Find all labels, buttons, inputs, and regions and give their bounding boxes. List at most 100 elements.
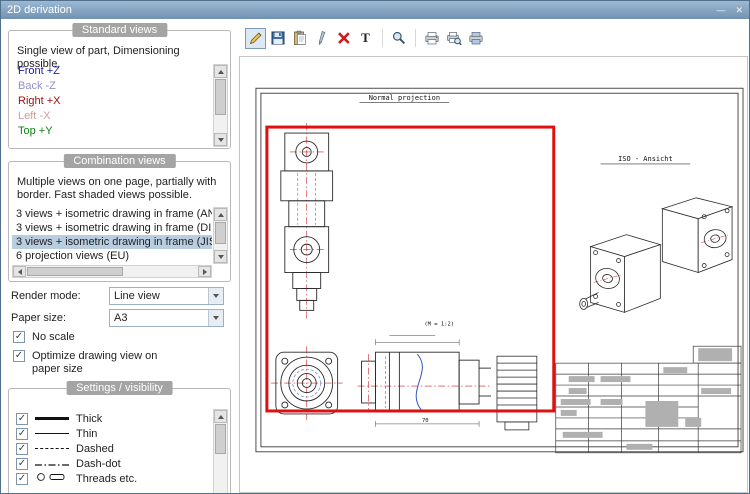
stylus-icon xyxy=(314,30,330,46)
drawing-canvas[interactable]: Normal projection xyxy=(240,57,747,492)
pencil-icon xyxy=(248,30,264,46)
setting-item-thick[interactable]: ✓ Thick xyxy=(13,411,211,426)
scroll-up-button[interactable] xyxy=(214,65,227,78)
no-scale-label: No scale xyxy=(32,331,75,344)
stylus-button[interactable] xyxy=(311,28,332,49)
view-item-top[interactable]: Top +Y xyxy=(13,124,211,139)
view-item-left[interactable]: Left -X xyxy=(13,109,211,124)
settings-scrollbar[interactable] xyxy=(213,409,228,494)
left-arrow-icon xyxy=(18,269,22,275)
render-mode-label: Render mode: xyxy=(11,287,81,305)
setting-label: Thin xyxy=(76,428,97,440)
iso-view-box-a xyxy=(662,198,732,273)
combination-views-vscrollbar[interactable] xyxy=(213,207,228,264)
save-button[interactable] xyxy=(267,28,288,49)
dashed-checkbox[interactable]: ✓ xyxy=(16,443,28,455)
text-icon: T xyxy=(361,30,370,46)
combination-views-group: Combination views Multiple views on one … xyxy=(8,161,231,282)
zoom-icon xyxy=(391,30,407,46)
dimension-label: 70 xyxy=(422,418,429,424)
print-button[interactable] xyxy=(421,28,442,49)
setting-label: Thick xyxy=(76,413,102,425)
text-button[interactable]: T xyxy=(355,28,376,49)
up-arrow-icon xyxy=(218,415,224,419)
setting-label: Dash-dot xyxy=(76,458,121,470)
combo-item-eu[interactable]: 6 projection views (EU) xyxy=(12,249,212,263)
dialog-2d-derivation: 2D derivation — ✕ Standard views Single … xyxy=(0,0,750,494)
settings-visibility-list: ✓ Thick ✓ Thin ✓ Dashed ✓ Dash-d xyxy=(13,411,211,486)
dashdot-checkbox[interactable]: ✓ xyxy=(16,458,28,470)
save-icon xyxy=(270,30,286,46)
paper-size-select[interactable]: A3 xyxy=(109,309,224,327)
combination-views-list: 3 views + isometric drawing in frame (AN… xyxy=(12,207,212,263)
view-side-section xyxy=(362,352,491,412)
thick-checkbox[interactable]: ✓ xyxy=(16,413,28,425)
scroll-right-button[interactable] xyxy=(198,266,211,277)
optimize-option[interactable]: ✓ Optimize drawing view on paper size xyxy=(13,350,184,376)
zoom-button[interactable] xyxy=(388,28,409,49)
check-icon: ✓ xyxy=(18,459,26,469)
scroll-up-button[interactable] xyxy=(214,208,227,221)
combination-views-hscrollbar[interactable] xyxy=(12,265,212,278)
threads-checkbox[interactable]: ✓ xyxy=(16,473,28,485)
delete-button[interactable] xyxy=(333,28,354,49)
chevron-down-icon xyxy=(213,316,219,320)
chevron-down-icon xyxy=(213,294,219,298)
standard-views-group: Standard views Single view of part, Dime… xyxy=(8,30,231,149)
combo-item-jis-selected[interactable]: 3 views + isometric drawing in frame (JI… xyxy=(12,235,212,249)
render-mode-select[interactable]: Line view xyxy=(109,287,224,305)
standard-views-scrollbar[interactable] xyxy=(213,64,228,147)
down-arrow-icon xyxy=(218,138,224,142)
setting-label: Dashed xyxy=(76,443,114,455)
thin-checkbox[interactable]: ✓ xyxy=(16,428,28,440)
view-item-right[interactable]: Right +X xyxy=(13,94,211,109)
iso-view-label: ISO - Ansicht xyxy=(618,155,673,163)
setting-label: Threads etc. xyxy=(76,473,137,485)
minimize-button[interactable]: — xyxy=(716,6,725,15)
no-scale-option[interactable]: ✓ No scale xyxy=(13,331,75,344)
setting-item-thin[interactable]: ✓ Thin xyxy=(13,426,211,441)
up-arrow-icon xyxy=(218,70,224,74)
close-button[interactable]: ✕ xyxy=(735,6,743,15)
down-arrow-icon xyxy=(218,255,224,259)
scroll-thumb[interactable] xyxy=(215,222,226,244)
print-preview-icon xyxy=(446,30,462,46)
combo-item-ansi[interactable]: 3 views + isometric drawing in frame (AN… xyxy=(12,207,212,221)
scroll-down-button[interactable] xyxy=(214,250,227,263)
scroll-thumb[interactable] xyxy=(215,424,226,454)
dashed-line-icon xyxy=(35,448,69,449)
selected-layout-frame[interactable] xyxy=(267,127,554,411)
combination-views-description: Multiple views on one page, partially wi… xyxy=(9,162,230,202)
setting-item-dashed[interactable]: ✓ Dashed xyxy=(13,441,211,456)
setting-item-dashdot[interactable]: ✓ Dash-dot xyxy=(13,456,211,471)
dropdown-button[interactable] xyxy=(208,310,223,326)
view-caption: (M = 1:2) xyxy=(424,321,454,327)
scroll-up-button[interactable] xyxy=(214,410,227,423)
threads-icon xyxy=(35,472,69,485)
combination-views-title: Combination views xyxy=(63,154,175,168)
scroll-thumb[interactable] xyxy=(215,79,226,115)
check-icon: ✓ xyxy=(15,351,23,361)
view-item-front[interactable]: Front +Z xyxy=(13,64,211,79)
no-scale-checkbox[interactable]: ✓ xyxy=(13,331,25,343)
plot-button[interactable] xyxy=(465,28,486,49)
scroll-thumb[interactable] xyxy=(27,267,123,276)
dropdown-button[interactable] xyxy=(208,288,223,304)
check-icon: ✓ xyxy=(18,474,26,484)
up-arrow-icon xyxy=(218,213,224,217)
delete-x-icon xyxy=(336,30,352,46)
print-preview-button[interactable] xyxy=(443,28,464,49)
copy-button[interactable] xyxy=(289,28,310,49)
paper-size-value: A3 xyxy=(110,310,208,326)
iso-view-box-b xyxy=(580,235,661,313)
setting-item-threads[interactable]: ✓ Threads etc. xyxy=(13,471,211,486)
view-item-back[interactable]: Back -Z xyxy=(13,79,211,94)
scroll-left-button[interactable] xyxy=(13,266,26,277)
titlebar[interactable]: 2D derivation — ✕ xyxy=(1,1,749,19)
optimize-checkbox[interactable]: ✓ xyxy=(13,350,25,362)
thick-line-icon xyxy=(35,417,69,420)
scroll-down-button[interactable] xyxy=(214,133,227,146)
edit-button[interactable] xyxy=(245,28,266,49)
left-panel: Standard views Single view of part, Dime… xyxy=(1,19,238,493)
combo-item-din[interactable]: 3 views + isometric drawing in frame (DI… xyxy=(12,221,212,235)
